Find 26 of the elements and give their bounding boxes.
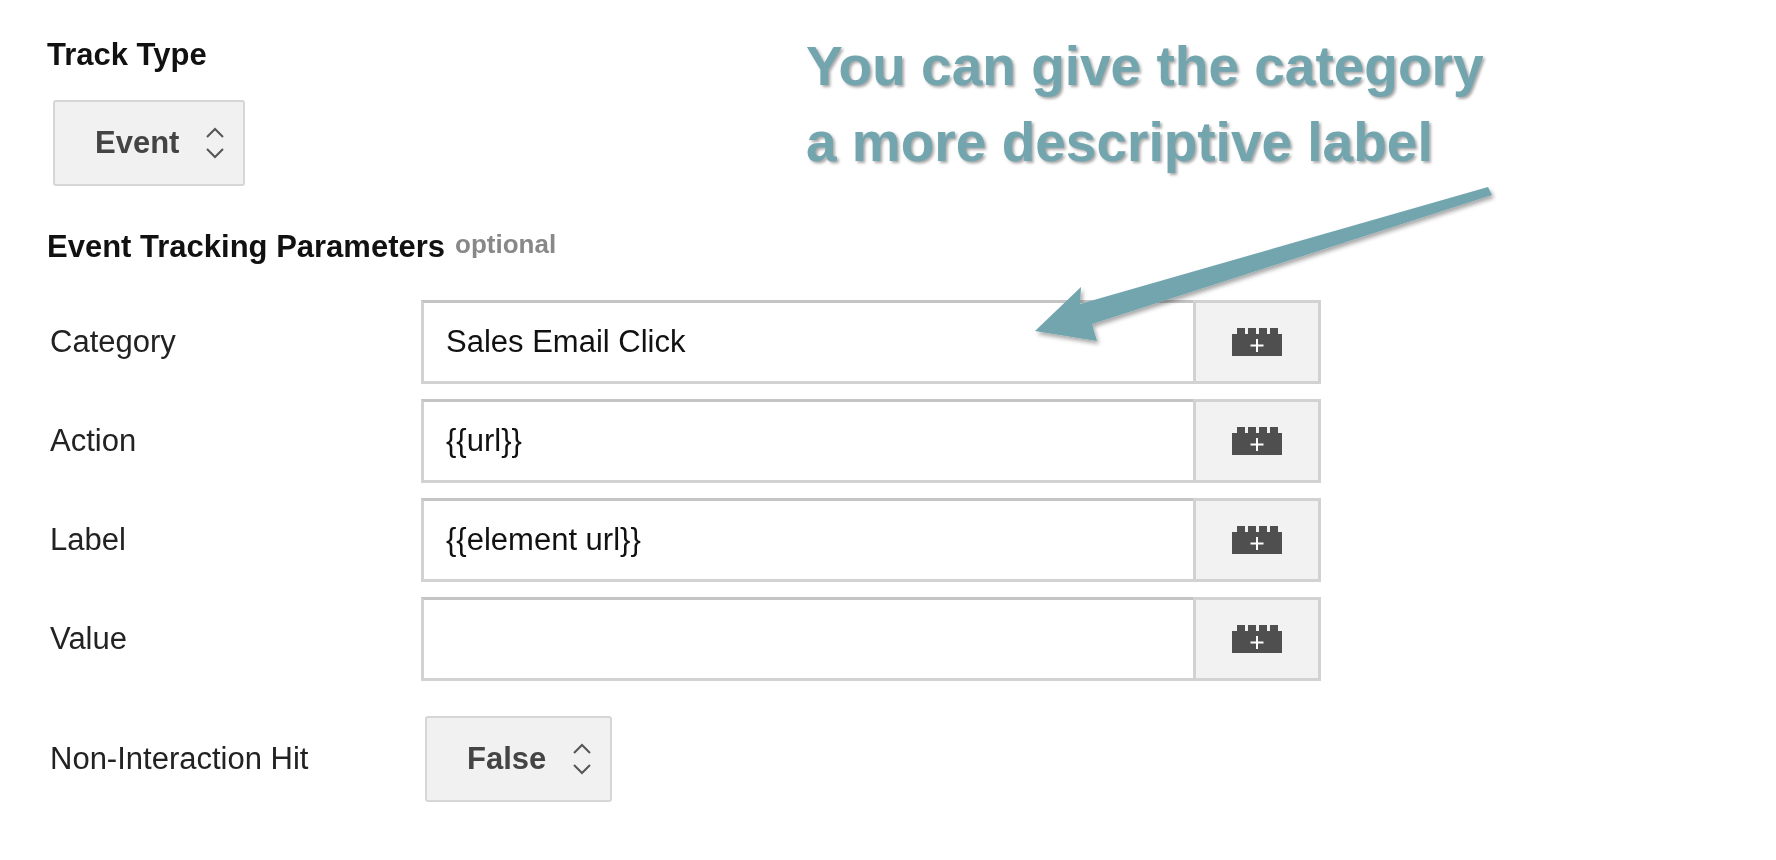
chevron-icon [572, 741, 593, 777]
optional-hint: optional [455, 228, 557, 261]
input-field[interactable]: Sales Email Click [421, 300, 1193, 384]
field-label: Non-Interaction Hit [49, 741, 310, 777]
input-field[interactable] [421, 597, 1193, 681]
variable-button[interactable] [1193, 597, 1321, 681]
chevron-icon [205, 125, 226, 161]
variable-button[interactable] [1193, 498, 1321, 582]
field-label: Value [49, 621, 128, 657]
variable-icon [1232, 328, 1282, 356]
field-label: Category [49, 324, 177, 360]
variable-button[interactable] [1193, 399, 1321, 483]
dropdown[interactable]: False [425, 716, 613, 802]
variable-icon [1232, 526, 1282, 554]
variable-icon [1232, 427, 1282, 455]
dropdown[interactable]: Event [53, 100, 246, 186]
variable-button[interactable] [1193, 300, 1321, 384]
field-label: Label [49, 522, 127, 558]
input-field[interactable]: {{url}} [421, 399, 1193, 483]
section-title: Track Type [47, 36, 207, 74]
variable-icon [1232, 625, 1282, 653]
field-label: Action [49, 423, 138, 459]
input-field[interactable]: {{element url}} [421, 498, 1193, 582]
annotation-text: You can give the category [806, 34, 1484, 99]
section-title: Event Tracking Parameters [47, 228, 446, 266]
annotation-text: a more descriptive label [806, 110, 1433, 175]
